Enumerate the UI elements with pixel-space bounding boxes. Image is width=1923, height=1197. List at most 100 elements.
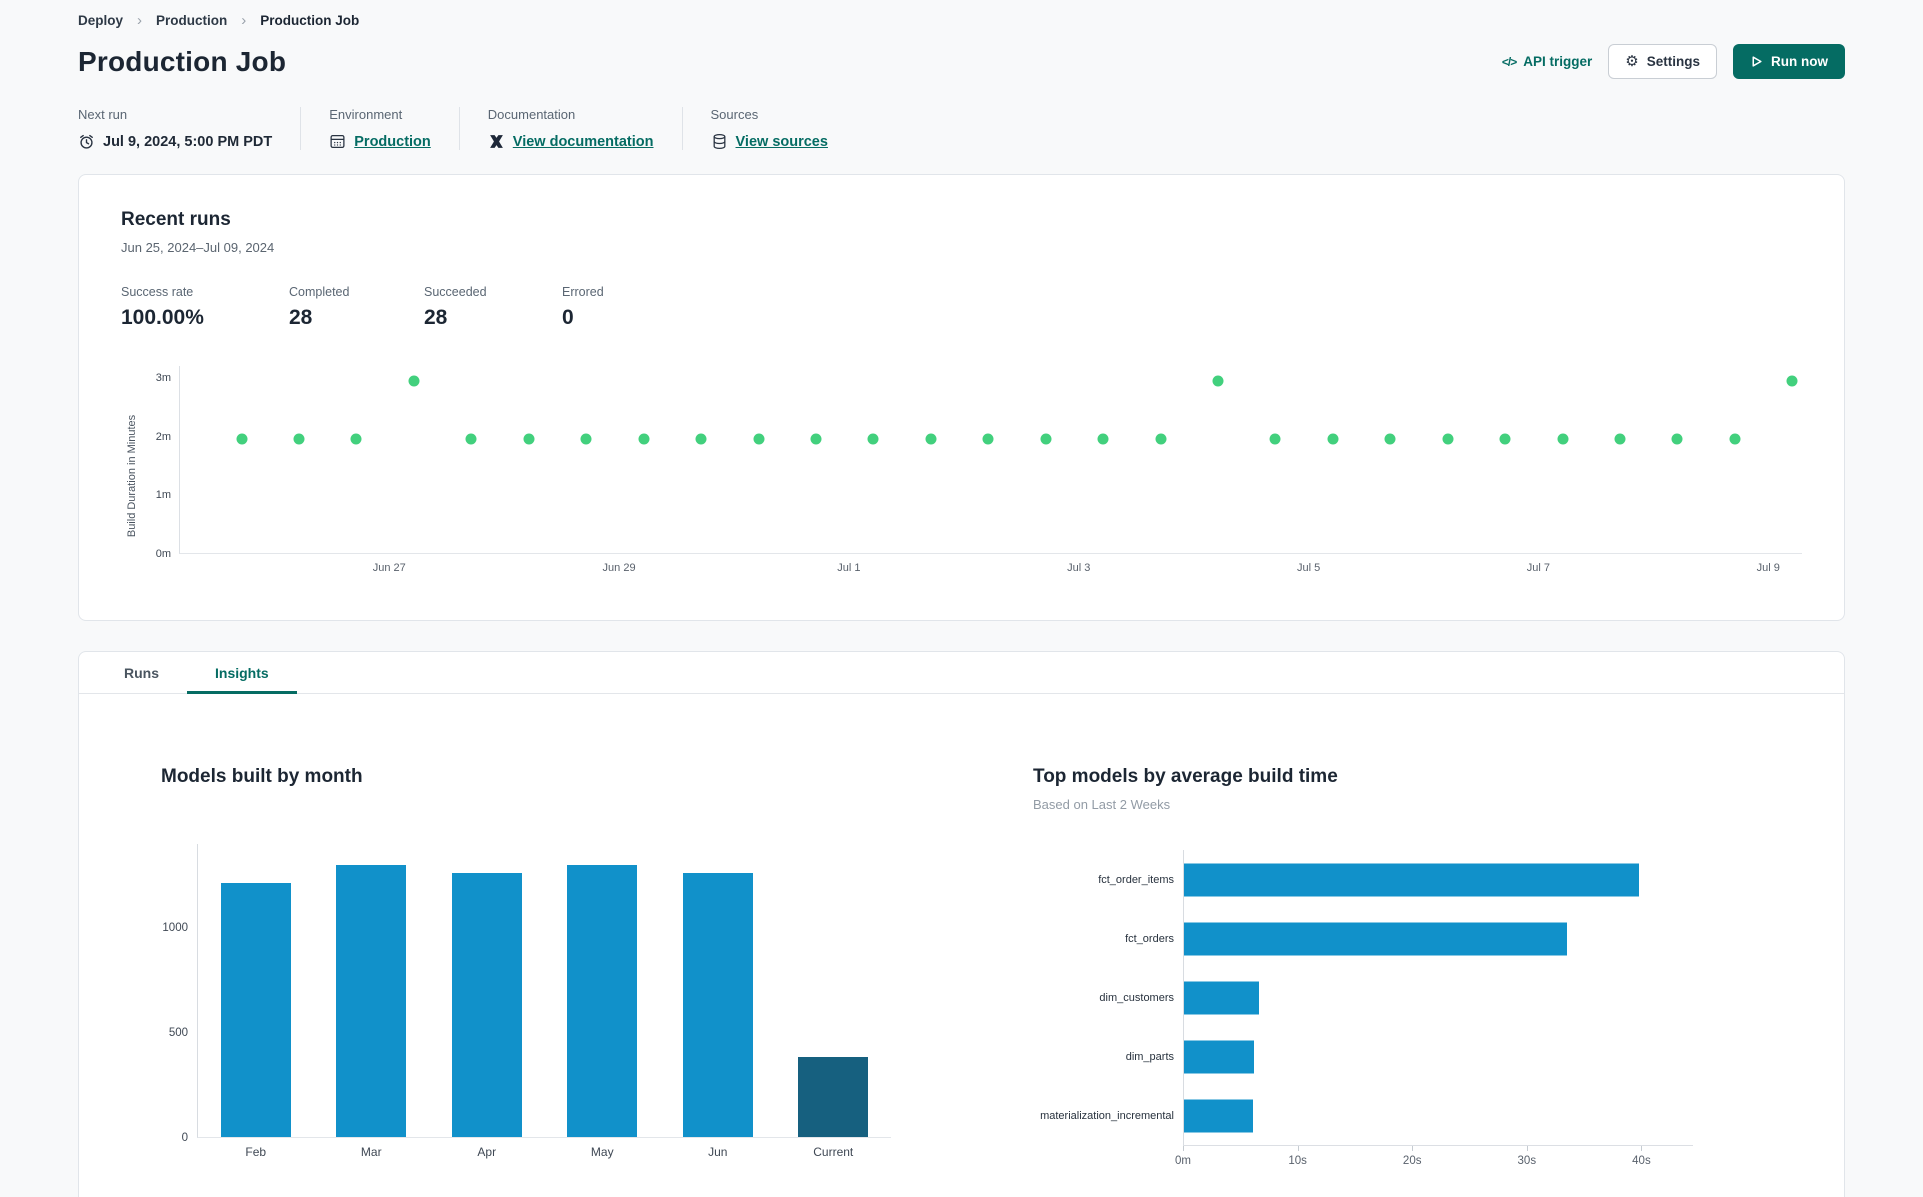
- run-dot[interactable]: [293, 433, 305, 445]
- stat-succeeded: Succeeded 28: [424, 285, 512, 330]
- bar-may[interactable]: [567, 864, 638, 1137]
- play-icon: [1750, 55, 1763, 68]
- run-dot[interactable]: [1327, 433, 1339, 445]
- sources-label: Sources: [710, 107, 759, 122]
- y-tick-label: 1m: [155, 489, 171, 502]
- run-dot[interactable]: [867, 433, 879, 445]
- model-label: materialization_incremental: [1040, 1109, 1174, 1122]
- x-axis: 0m 10s 20s 30s 40s: [1175, 1145, 1693, 1171]
- run-dot[interactable]: [523, 433, 535, 445]
- run-now-button[interactable]: Run now: [1733, 44, 1845, 79]
- x-category-label: Current: [813, 1145, 854, 1159]
- stat-label: Completed: [289, 285, 350, 299]
- bar-plot-area: Feb Mar Apr May Jun Current: [197, 844, 891, 1159]
- environment-icon: [329, 133, 346, 150]
- documentation-label: Documentation: [487, 107, 576, 122]
- run-dot[interactable]: [1786, 375, 1798, 387]
- build-time-bar[interactable]: [1184, 981, 1260, 1014]
- recent-runs-stats: Success rate 100.00% Completed 28 Succee…: [121, 285, 1802, 330]
- stat-label: Success rate: [121, 285, 194, 299]
- bar-track: [1183, 1027, 1693, 1086]
- run-dot[interactable]: [753, 433, 764, 445]
- y-axis-ticks: 0m 1m 2m 3m: [143, 366, 179, 560]
- job-info-row: Next run Jul 9, 2024, 5:00 PM PDT Enviro…: [78, 107, 1845, 150]
- tab-insights[interactable]: Insights: [187, 652, 297, 694]
- run-dot[interactable]: [982, 433, 994, 445]
- run-dot[interactable]: [1155, 433, 1167, 445]
- y-tick-label: 1000: [162, 922, 188, 934]
- stat-success-rate: Success rate 100.00%: [121, 285, 239, 330]
- model-row-fct_orders: fct_orders: [1033, 909, 1693, 968]
- bar-mar[interactable]: [336, 864, 407, 1137]
- run-dot[interactable]: [1499, 433, 1511, 445]
- run-dot[interactable]: [1671, 433, 1683, 445]
- breadcrumb-production[interactable]: Production: [156, 13, 227, 28]
- x-tick-label: Jul 9: [1756, 562, 1780, 574]
- stat-value: 100.00%: [121, 306, 204, 329]
- x-tick-mark: [1412, 1146, 1414, 1151]
- settings-button[interactable]: ⚙ Settings: [1608, 44, 1717, 79]
- run-dot[interactable]: [1097, 433, 1109, 445]
- run-dot[interactable]: [236, 433, 248, 445]
- view-sources-link[interactable]: View sources: [736, 134, 828, 150]
- run-now-label: Run now: [1771, 54, 1828, 69]
- chevron-right-icon: ›: [137, 12, 143, 29]
- job-detail-card: Runs Insights Models built by month 0 500…: [78, 651, 1845, 1197]
- tab-runs[interactable]: Runs: [96, 652, 187, 694]
- environment-group: Environment Production: [300, 107, 459, 150]
- production-job-page: Deploy › Production › Production Job Pro…: [0, 0, 1923, 1197]
- bar-track: [1183, 1086, 1693, 1145]
- model-row-dim_customers: dim_customers: [1033, 968, 1693, 1027]
- run-dot[interactable]: [925, 433, 937, 445]
- gear-icon: ⚙: [1625, 52, 1639, 70]
- y-axis-ticks: 0 500 1000: [161, 844, 197, 1144]
- run-dot[interactable]: [465, 433, 477, 445]
- run-dot[interactable]: [695, 433, 707, 445]
- run-dot[interactable]: [1384, 433, 1396, 445]
- bar-feb[interactable]: [220, 882, 291, 1137]
- x-category-label: Apr: [477, 1145, 497, 1159]
- api-trigger-link[interactable]: </> API trigger: [1502, 54, 1592, 69]
- breadcrumb-deploy[interactable]: Deploy: [78, 13, 123, 28]
- run-dot[interactable]: [1557, 433, 1569, 445]
- bar-jun[interactable]: [682, 873, 753, 1137]
- bar-apr[interactable]: [451, 873, 522, 1137]
- stat-value: 0: [562, 306, 574, 329]
- run-dot[interactable]: [580, 433, 592, 445]
- x-tick-label: 10s: [1288, 1155, 1307, 1167]
- run-dot[interactable]: [1614, 433, 1626, 445]
- breadcrumb: Deploy › Production › Production Job: [78, 0, 1845, 28]
- view-documentation-link[interactable]: View documentation: [513, 134, 654, 150]
- run-dot[interactable]: [350, 433, 362, 445]
- y-tick-label: 3m: [155, 371, 171, 384]
- x-tick-mark: [1526, 1146, 1528, 1151]
- hbar-rows: fct_order_items fct_orders dim_customers di…: [1033, 850, 1693, 1145]
- bar-track: [1183, 909, 1693, 968]
- x-category-label: May: [590, 1145, 614, 1159]
- api-trigger-label: API trigger: [1523, 54, 1593, 69]
- run-dot[interactable]: [408, 375, 420, 387]
- tab-bar: Runs Insights: [79, 652, 1844, 694]
- dbt-docs-icon: [488, 133, 505, 150]
- run-dot[interactable]: [1269, 433, 1281, 445]
- environment-label: Environment: [329, 107, 403, 122]
- recent-runs-title: Recent runs: [121, 209, 231, 230]
- run-dot[interactable]: [1212, 375, 1224, 387]
- y-tick-label: 500: [168, 1027, 188, 1039]
- build-time-bar[interactable]: [1184, 1040, 1254, 1073]
- y-axis-title: Build Duration in Minutes: [126, 414, 139, 538]
- run-dot[interactable]: [1729, 433, 1741, 445]
- build-time-bar[interactable]: [1184, 863, 1640, 896]
- build-time-bar[interactable]: [1184, 922, 1568, 955]
- recent-runs-date-range: Jun 25, 2024–Jul 09, 2024: [121, 240, 275, 255]
- x-tick-label: 0m: [1175, 1155, 1191, 1167]
- run-dot[interactable]: [1442, 433, 1454, 445]
- run-dot[interactable]: [1040, 433, 1052, 445]
- environment-link[interactable]: Production: [354, 134, 431, 150]
- run-dot[interactable]: [810, 433, 822, 445]
- database-icon: [711, 133, 728, 150]
- chart-subtitle: Based on Last 2 Weeks: [1033, 797, 1171, 812]
- build-time-bar[interactable]: [1184, 1099, 1253, 1132]
- bar-current[interactable]: [798, 1057, 869, 1137]
- run-dot[interactable]: [638, 433, 650, 445]
